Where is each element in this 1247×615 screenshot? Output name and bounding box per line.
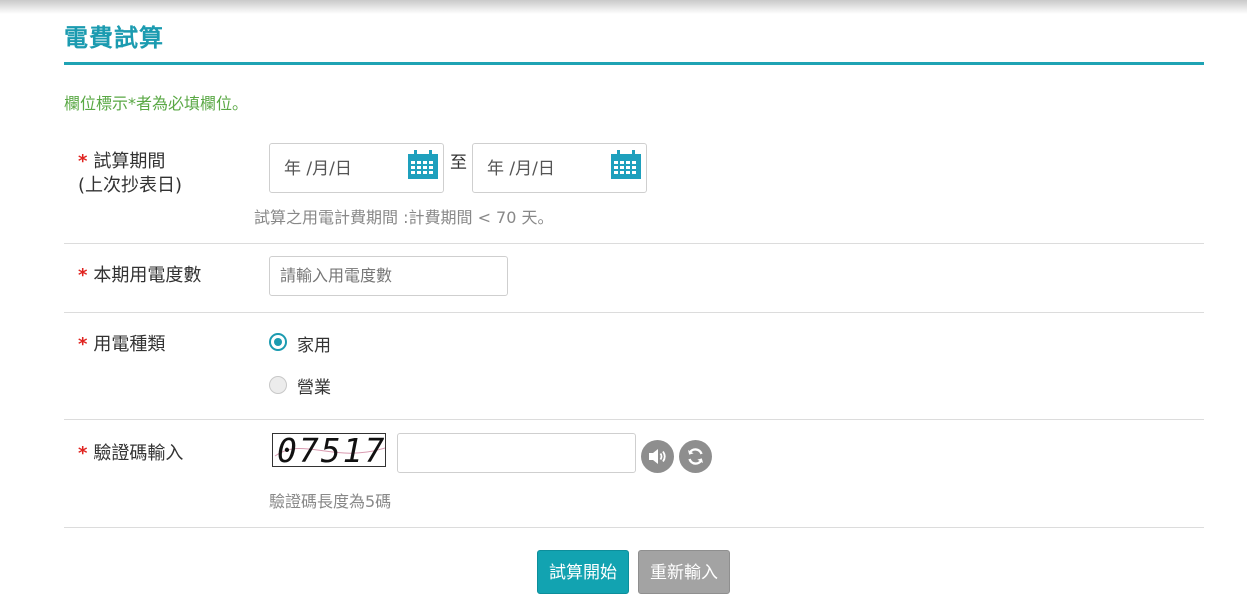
reset-button[interactable]: 重新輸入 [638,550,730,594]
usage-label: * 本期用電度數 [78,264,201,288]
required-star: * [78,265,88,286]
captcha-hint: 驗證碼長度為5碼 [269,492,392,511]
start-date-input[interactable]: 年 /月/日 [269,143,444,193]
captcha-image: 07517 [272,433,386,467]
speaker-icon [649,449,666,464]
period-hint: 試算之用電計費期間 :計費期間 < 70 天。 [254,208,554,227]
period-sublabel: (上次抄表日) [78,175,183,196]
period-label: * 試算期間 (上次抄表日) [78,150,182,198]
radio-business-label[interactable]: 營業 [297,373,331,398]
captcha-label-text: 驗證碼輸入 [93,443,184,464]
calculate-button[interactable]: 試算開始 [537,550,629,594]
usage-input[interactable]: 請輸入用電度數 [269,256,508,296]
end-date-placeholder: 年 /月/日 [487,159,555,179]
required-star: * [78,443,88,464]
row-divider [64,419,1204,420]
calendar-icon[interactable] [407,150,439,180]
required-note: 欄位標示*者為必填欄位。 [64,94,249,113]
title-divider [64,62,1204,65]
row-divider [64,527,1204,528]
type-label: * 用電種類 [78,333,165,357]
required-star: * [78,334,88,355]
calculator-form: 電費試算 欄位標示*者為必填欄位。 * 試算期間 (上次抄表日) 年 /月/日 至… [64,0,1204,615]
end-date-input[interactable]: 年 /月/日 [472,143,647,193]
period-label-text: 試算期間 [93,151,166,172]
page-title: 電費試算 [64,24,164,52]
captcha-refresh-button[interactable] [679,440,712,473]
usage-label-text: 本期用電度數 [93,265,202,286]
radio-business[interactable] [269,376,287,394]
row-divider [64,312,1204,313]
refresh-icon [688,448,703,465]
start-date-placeholder: 年 /月/日 [284,159,352,179]
required-star: * [78,151,88,172]
radio-household[interactable] [269,333,287,351]
type-label-text: 用電種類 [93,334,166,355]
captcha-text: 07517 [277,433,386,467]
captcha-audio-button[interactable] [641,440,674,473]
radio-household-label[interactable]: 家用 [297,331,331,356]
captcha-label: * 驗證碼輸入 [78,442,183,466]
calendar-icon[interactable] [610,150,642,180]
captcha-input[interactable] [397,433,636,473]
row-divider [64,243,1204,244]
date-separator: 至 [450,153,467,173]
